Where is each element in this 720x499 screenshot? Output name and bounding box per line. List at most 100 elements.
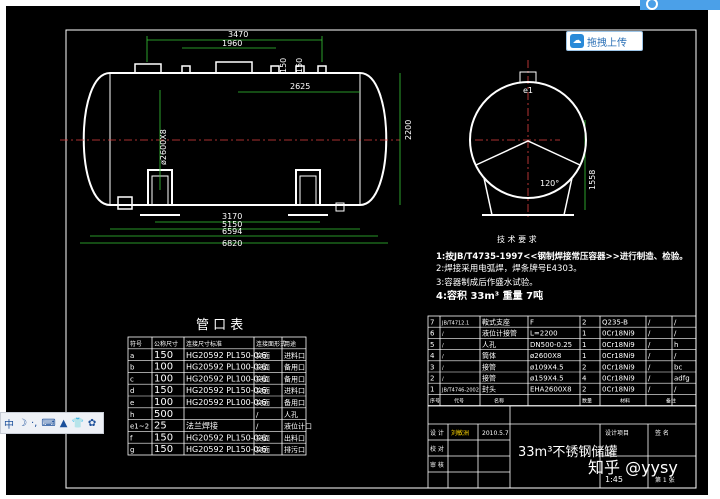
- nozzle-table-cell: 突面: [256, 445, 270, 454]
- ime-toolbar[interactable]: 中 ☽ ·, ⌨ ▲ 👕 ✿: [0, 412, 104, 434]
- nozzle-table-cell: 突面: [256, 398, 270, 407]
- nozzle-table-cell: 500: [154, 409, 173, 420]
- nozzle-table-cell: h: [130, 411, 134, 419]
- nozzle-table: 符号 公称尺寸 连接尺寸标准 连接面形式用途 a 150 HG20592 PL150-0.6…: [127, 336, 312, 456]
- nozzle-table-cell: HG20592 PL100-0.6: [186, 363, 266, 372]
- parts-table-cell: 2: [582, 319, 586, 327]
- nozzle-table-cell: b: [130, 364, 135, 372]
- dim-3470: 3470: [228, 30, 248, 39]
- dim-6594: 6594: [222, 227, 242, 236]
- saddle-angle: 120°: [540, 179, 559, 188]
- nozzle-table-cell: 突面: [256, 363, 270, 372]
- tech-line-1: 1:按JB/T4735-1997<<钢制焊接常压容器>>进行制造、检验。: [436, 251, 688, 262]
- parts-table-cell: 2: [430, 375, 434, 383]
- top-right-app-icon[interactable]: [640, 0, 720, 10]
- nozzle-table-cell: 150: [154, 432, 173, 443]
- nozzle-table-cell: HG20592 PL100-0.6: [186, 374, 266, 383]
- nozzle-table-cell: 突面: [256, 374, 270, 383]
- ime-lang-toggle[interactable]: 中: [4, 416, 14, 431]
- parts-header-cell: 备注: [666, 397, 676, 404]
- drag-upload-button[interactable]: ☁ 拖拽上传: [566, 31, 643, 51]
- tb-designer-label: 设 计: [430, 429, 444, 437]
- parts-table-cell: F: [530, 319, 534, 327]
- parts-table-cell: 2: [582, 386, 586, 394]
- parts-table-cell: 接管: [482, 362, 496, 371]
- nozzle-table-cell: g: [130, 446, 134, 454]
- nozzle-header-cell: 符号: [130, 340, 142, 348]
- parts-table-cell: 5: [430, 341, 434, 349]
- nozzle-header-cell: 用途: [284, 340, 296, 348]
- tb-check-label: 校 对: [430, 445, 444, 453]
- ring-icon: [646, 0, 658, 10]
- tech-line-2: 2:焊接采用电弧焊，焊条牌号E4303。: [436, 263, 582, 274]
- nozzle-header-cell: 连接面形式: [256, 340, 286, 348]
- tb-approve-label: 审 核: [430, 461, 444, 469]
- nozzle-table-cell: 备用口: [284, 398, 305, 407]
- nozzle-table-cell: HG20592 PL100-0.6: [186, 398, 266, 407]
- nozzle-table-cell: 备用口: [284, 374, 305, 383]
- tech-line-4: 4:容积 33m³ 重量 7吨: [436, 289, 543, 302]
- nozzle-table-cell: 备用口: [284, 363, 305, 372]
- parts-table-cell: adfg: [674, 375, 690, 383]
- parts-table-cell: 鞍式支座: [482, 318, 510, 327]
- side-label-e1: e1: [523, 86, 533, 95]
- parts-header-cell: 代号: [454, 397, 464, 404]
- punctuation-icon[interactable]: ·,: [31, 418, 37, 429]
- dim-150b: 150: [279, 58, 288, 73]
- nozzle-header-cell: 公称尺寸: [154, 340, 178, 348]
- nozzle-table-cell: 排污口: [284, 445, 305, 454]
- nozzle-table-cell: 出料口: [284, 433, 305, 442]
- nozzle-table-cell: a: [130, 352, 134, 360]
- tb-project: 设计项目: [605, 429, 629, 437]
- settings-icon[interactable]: ✿: [88, 418, 96, 429]
- nozzle-table-cell: 人孔: [284, 411, 298, 419]
- parts-header-cell: 数量: [582, 397, 592, 404]
- parts-header-cell: 材料: [620, 397, 630, 404]
- parts-table-cell: 封头: [482, 385, 496, 394]
- tb-sign: 签 名: [655, 429, 669, 437]
- toolbox-icon[interactable]: ▲: [60, 418, 68, 429]
- dim-1558: 1558: [588, 170, 597, 190]
- keyboard-icon[interactable]: ⌨: [41, 418, 55, 429]
- nozzle-table-title: 管 口 表: [196, 318, 243, 333]
- nozzle-table-cell: 突面: [256, 351, 270, 360]
- drawing-background: [6, 6, 708, 495]
- parts-table-cell: L=2200: [530, 330, 558, 338]
- drag-upload-label: 拖拽上传: [587, 37, 627, 49]
- nozzle-table-cell: c: [130, 375, 134, 383]
- parts-header-cell: 名称: [494, 397, 504, 404]
- nozzle-table-cell: 150: [154, 350, 173, 361]
- parts-table-cell: Q235-B: [602, 319, 628, 327]
- tech-title: 技 术 要 求: [497, 234, 537, 244]
- parts-table-cell: bc: [674, 363, 682, 371]
- nozzle-table-cell: e: [130, 399, 134, 407]
- cad-drawing-canvas: 3470 1960 2625 3170 5150 6594 6820 ø2600…: [0, 0, 720, 499]
- dim-2625: 2625: [290, 82, 310, 91]
- parts-table-cell: ø109X4.5: [530, 363, 564, 371]
- nozzle-table-cell: 突面: [256, 386, 270, 395]
- parts-table-cell: 2: [582, 363, 586, 371]
- dim-150a: 150: [295, 58, 304, 73]
- zhihu-watermark: 知乎 @yysy: [588, 458, 678, 477]
- parts-table-cell: 人孔: [482, 341, 496, 349]
- tech-line-3: 3:容器制成后作盛水试验。: [436, 277, 538, 288]
- parts-table-cell: 4: [430, 352, 435, 360]
- nozzle-table-cell: HG20592 PL150-0.6: [186, 433, 266, 442]
- skin-icon[interactable]: 👕: [71, 418, 83, 429]
- parts-table-cell: 7: [430, 319, 434, 327]
- nozzle-table-cell: 液位计口: [284, 422, 312, 431]
- nozzle-table-cell: 突面: [256, 433, 270, 442]
- nozzle-table-cell: HG20592 PL150-0.6: [186, 445, 266, 454]
- parts-table-cell: 1: [430, 386, 434, 394]
- nozzle-table-cell: HG20592 PL150-0.6: [186, 386, 266, 395]
- moon-icon[interactable]: ☽: [18, 418, 27, 429]
- parts-table-cell: 0Cr18Ni9: [602, 386, 635, 394]
- parts-table-cell: 液位计接管: [482, 329, 517, 338]
- parts-table-cell: JB/T4712.1: [441, 321, 469, 327]
- nozzle-table-cell: 法兰焊接: [186, 421, 218, 431]
- nozzle-table-cell: 150: [154, 444, 173, 455]
- parts-table-cell: 接管: [482, 374, 496, 383]
- parts-table-cell: 1: [582, 352, 586, 360]
- nozzle-table-cell: HG20592 PL150-0.6: [186, 351, 266, 360]
- dim-1960: 1960: [222, 39, 242, 48]
